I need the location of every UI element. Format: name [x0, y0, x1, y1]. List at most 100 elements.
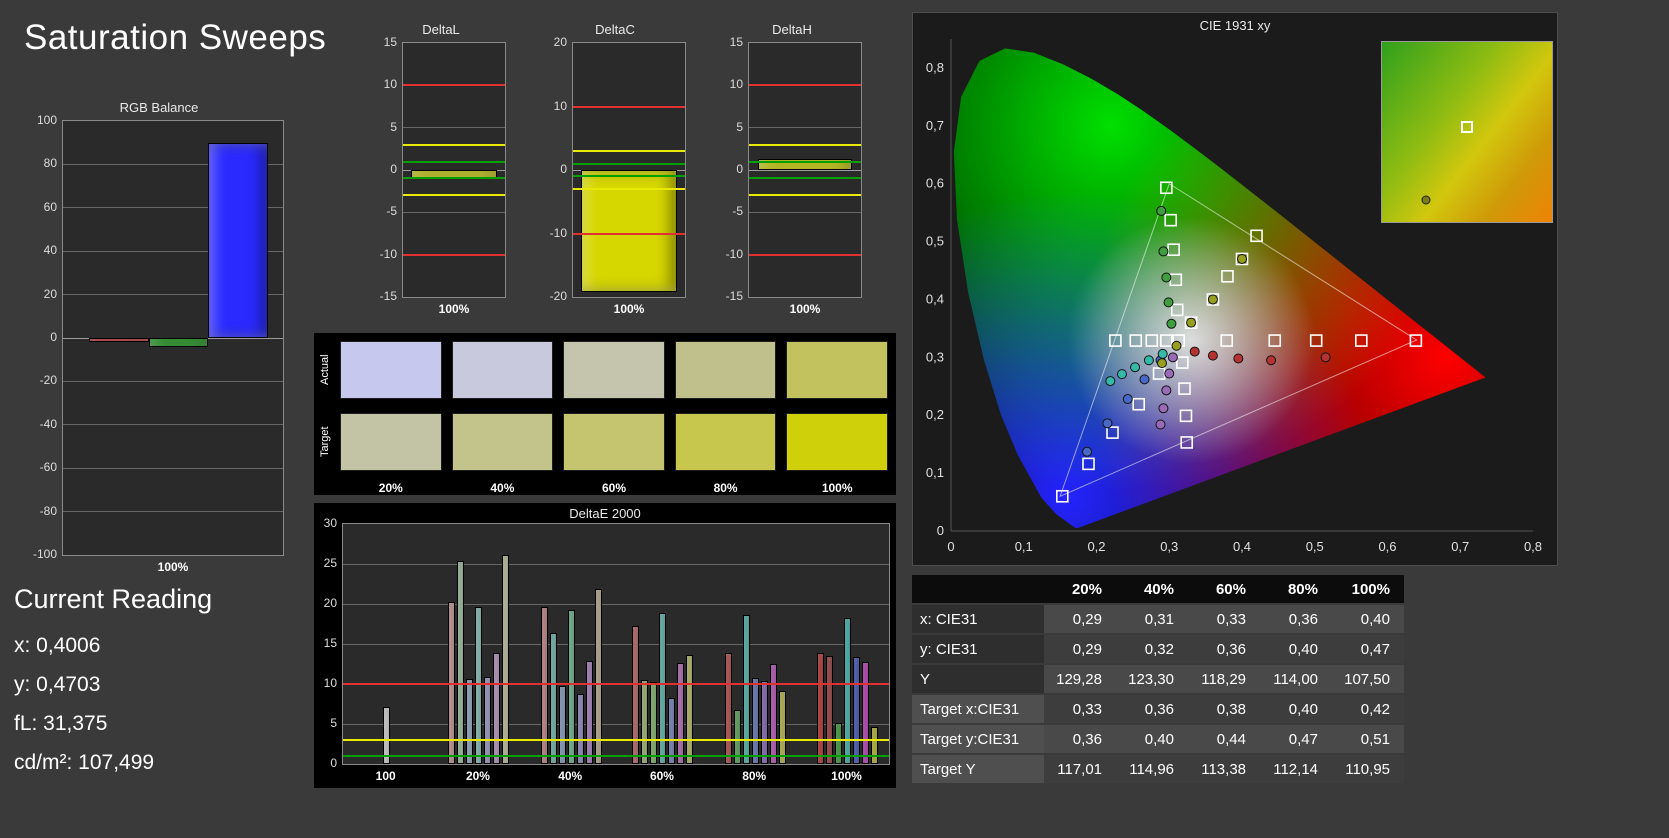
y-tick-label: 20: [323, 596, 337, 610]
plot-area: [342, 523, 890, 765]
value-cell: 0,33: [1188, 605, 1260, 633]
inset-target-square: [1461, 120, 1473, 133]
x-tick-label: 0,5: [1306, 539, 1324, 554]
target-row-label: Target: [319, 426, 331, 458]
y-tick-label: -20: [39, 373, 57, 388]
cie-1931-diagram-panel: CIE 1931 xy 0 0,1 0,2 0,3 0,4 0,5 0,6 0,7 0,8 0 0,…: [912, 12, 1558, 566]
y-tick-label: 0: [50, 330, 57, 344]
target-swatch: [340, 413, 442, 471]
gridline: [63, 511, 283, 513]
measurement-dot: [1171, 340, 1182, 351]
y-tick-label: 15: [729, 35, 743, 49]
y-tick-label: 0,8: [926, 60, 944, 75]
actual-swatch: [340, 341, 442, 399]
saturation-level-label: 20%: [378, 481, 403, 495]
x-tick-label: 0,6: [1378, 539, 1396, 554]
ref-line: [343, 683, 889, 685]
ref-line: [403, 160, 505, 163]
plot-area: [748, 42, 862, 298]
row-label-cell: Target y:CIE31: [912, 725, 1044, 753]
value-cell: 0,36: [1044, 725, 1116, 753]
ref-line: [749, 253, 861, 256]
value-cell: 0,40: [1116, 725, 1188, 753]
value-cell: 0,36: [1188, 635, 1260, 663]
deltae-bar: [632, 625, 640, 764]
x-tick-label: 60%: [649, 769, 674, 783]
table-row: Y 129,28 123,30 118,29 114,00 107,50: [912, 665, 1404, 693]
x-tick-label: 0,7: [1451, 539, 1469, 554]
deltae-bar: [558, 686, 566, 764]
measurement-dot: [1233, 353, 1244, 364]
measurement-dot: [1189, 346, 1200, 357]
table-header-cell: 40%: [1116, 575, 1188, 603]
y-tick-label: -20: [549, 289, 567, 303]
x-axis-label: 100%: [157, 560, 189, 574]
y-tick-label: 60: [43, 199, 57, 214]
y-tick-label: 5: [736, 119, 743, 134]
value-cell: 0,38: [1188, 695, 1260, 723]
y-tick-label: -15: [725, 289, 743, 303]
ref-line: [573, 232, 685, 235]
table-header-cell: [912, 575, 1044, 603]
chart-title: CIE 1931 xy: [1199, 18, 1271, 33]
y-tick-label: 80: [43, 156, 57, 171]
y-tick-label: -100: [32, 547, 57, 561]
y-tick-label: 10: [383, 77, 397, 92]
saturation-level-label: 60%: [601, 481, 627, 495]
delta-h-chart: DeltaH 15 10 5 0 -5 -10 -15 100%: [718, 22, 866, 320]
measurement-dot: [1082, 446, 1093, 457]
bar-Green: [148, 338, 209, 347]
measurement-dot: [1156, 358, 1167, 369]
y-tick-label: 0,6: [926, 176, 944, 191]
table-row: Target y:CIE31 0,36 0,40 0,44 0,47 0,51: [912, 725, 1404, 753]
gridline: [343, 643, 889, 645]
measurement-dot: [1320, 352, 1331, 363]
measurement-dot: [1161, 272, 1172, 283]
deltae-bar: [742, 615, 750, 764]
reading-line: x: 0,4006: [14, 634, 101, 657]
value-cell: 114,00: [1260, 665, 1332, 693]
measurement-dot: [1207, 350, 1218, 361]
y-tick-label: 0: [560, 162, 567, 176]
deltae-bar: [835, 723, 842, 764]
gridline: [343, 723, 889, 725]
ref-line: [749, 84, 861, 87]
measurement-dot: [1139, 374, 1150, 385]
deltae-bar: [769, 664, 777, 764]
x-tick-label: 0,3: [1160, 539, 1178, 554]
value-cell: 0,33: [1044, 695, 1116, 723]
delta-e-2000-chart: DeltaE 2000 0 5 10 15 20 25 30 100 20% 40% 60% 80%…: [314, 503, 896, 788]
gridline: [343, 603, 889, 605]
measurement-dot: [1143, 355, 1154, 366]
deltae-bar: [659, 612, 667, 764]
ref-line: [573, 162, 685, 165]
table-row: x: CIE31 0,29 0,31 0,33 0,36 0,40: [912, 605, 1404, 633]
saturation-level-label: 100%: [821, 481, 853, 495]
y-tick-label: 0,7: [926, 118, 944, 133]
y-tick-label: 10: [729, 77, 743, 92]
measurement-dot: [1157, 348, 1168, 359]
measurement-dot: [1130, 362, 1141, 373]
y-tick-label: 0: [330, 756, 337, 770]
x-tick-label: 0,8: [1524, 539, 1542, 554]
cie-zoom-inset: [1381, 41, 1553, 223]
measurement-dot: [1158, 403, 1169, 414]
y-tick-label: -15: [379, 289, 397, 303]
measurement-dot: [1105, 376, 1116, 387]
swatch-grid: 20% 40% 60% 80% 100%: [340, 341, 888, 497]
y-tick-label: -10: [549, 225, 567, 240]
y-tick-label: 0,4: [926, 291, 944, 306]
measurement-dot: [1186, 317, 1197, 328]
ref-line: [573, 175, 685, 178]
value-cell: 117,01: [1044, 755, 1116, 783]
gridline: [749, 127, 861, 129]
bar-Blue: [208, 142, 268, 338]
measurement-dot: [1163, 297, 1174, 308]
deltae-bar: [594, 588, 602, 764]
saturation-level-label: 40%: [490, 481, 515, 495]
deltae-bar: [760, 680, 768, 764]
y-tick-label: 0: [937, 523, 944, 538]
current-reading-values: x: 0,4006 y: 0,4703 fL: 31,375 cd/m²: 107,4…: [14, 626, 154, 782]
table-header-cell: 80%: [1260, 575, 1332, 603]
y-tick-label: 10: [323, 676, 337, 690]
